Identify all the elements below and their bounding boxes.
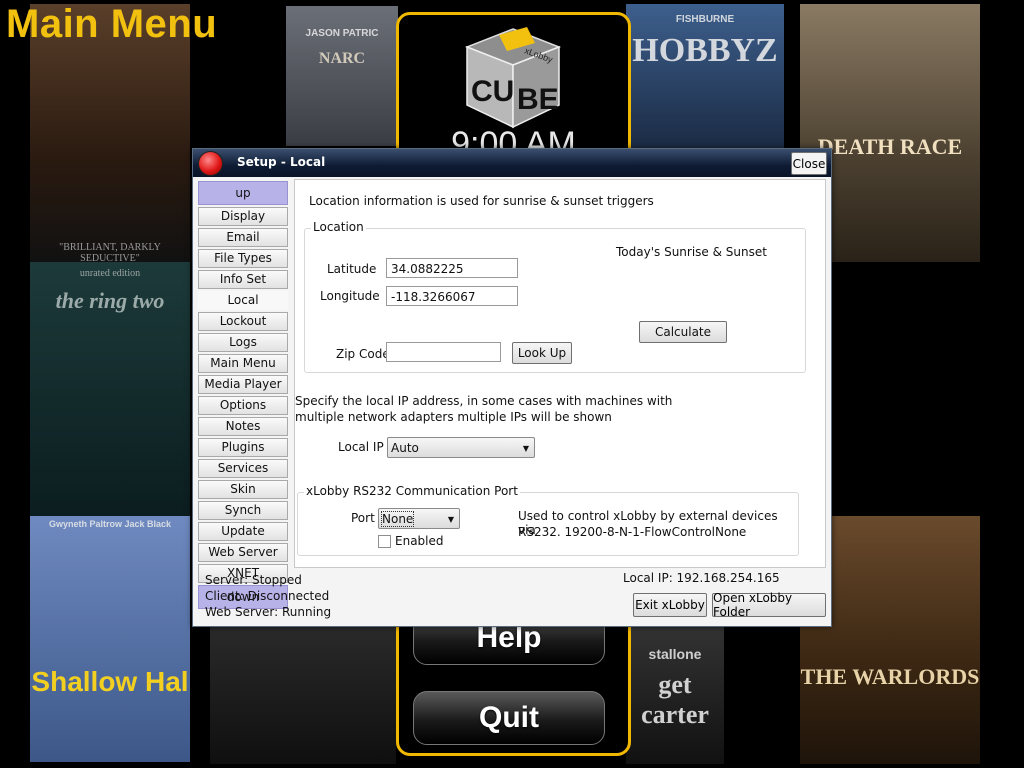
nav-item-lockout[interactable]: Lockout — [198, 312, 288, 331]
calculate-button[interactable]: Calculate — [639, 321, 727, 343]
poster-title: Shallow Hal — [31, 666, 189, 697]
nav-item-logs[interactable]: Logs — [198, 333, 288, 352]
nav-item-update[interactable]: Update — [198, 522, 288, 541]
nav-item-plugins[interactable]: Plugins — [198, 438, 288, 457]
nav-item-email[interactable]: Email — [198, 228, 288, 247]
poster-title: THE WARLORDS — [800, 664, 980, 689]
open-xlobby-folder-button[interactable]: Open xLobby Folder — [712, 591, 826, 619]
dialog-title: Setup - Local — [237, 155, 326, 169]
enabled-checkbox[interactable] — [378, 535, 391, 548]
close-button[interactable]: Close — [791, 152, 827, 175]
poster-tile: stallone get carter — [626, 626, 724, 764]
latitude-input[interactable]: 34.0882225 — [386, 258, 518, 278]
nav-item-web-server[interactable]: Web Server — [198, 543, 288, 562]
dialog-titlebar[interactable]: Setup - Local Close — [193, 149, 831, 177]
look-up-button[interactable]: Look Up — [512, 342, 572, 364]
poster-actors: JASON PATRIC — [305, 28, 379, 39]
nav-item-options[interactable]: Options — [198, 396, 288, 415]
zip-code-input[interactable] — [386, 342, 501, 362]
local-settings-panel: Location information is used for sunrise… — [294, 179, 826, 568]
cube-letters-left: CU — [471, 75, 514, 108]
nav-item-services[interactable]: Services — [198, 459, 288, 478]
rs232-desc-line2: RS232. 19200-8-N-1-FlowControlNone — [518, 525, 747, 539]
poster-tagline: "BRILLIANT, DARKLY SEDUCTIVE" — [59, 242, 161, 262]
poster-title: NARC — [318, 50, 366, 67]
web-server-status: Web Server: Running — [205, 605, 332, 619]
exit-xlobby-button[interactable]: Exit xLobby — [633, 593, 707, 617]
chevron-down-icon: ▼ — [522, 444, 529, 453]
settings-nav: up Display Email File Types Info Set Loc… — [198, 181, 288, 611]
nav-item-file-types[interactable]: File Types — [198, 249, 288, 268]
enabled-label: Enabled — [395, 534, 444, 548]
longitude-label: Longitude — [320, 289, 380, 303]
poster-tile: FISHBURNE HOBBYZ — [626, 4, 784, 148]
location-intro-text: Location information is used for sunrise… — [309, 194, 654, 208]
poster-subtitle: unrated edition — [79, 268, 141, 279]
rs232-group-label: xLobby RS232 Communication Port — [304, 484, 520, 498]
poster-title: the ring two — [55, 288, 165, 313]
nav-item-info-set[interactable]: Info Set — [198, 270, 288, 289]
local-ip-status: Local IP: 192.168.254.165 — [623, 571, 780, 585]
rs232-group: xLobby RS232 Communication Port Port Non… — [297, 484, 799, 556]
nav-up-button[interactable]: up — [198, 181, 288, 205]
nav-item-notes[interactable]: Notes — [198, 417, 288, 436]
poster-tile: JASON PATRIC NARC — [286, 6, 398, 146]
port-value: None — [380, 511, 415, 527]
cube-letters-right: BE — [517, 83, 559, 116]
poster-actors: Gwyneth Paltrow Jack Black — [48, 519, 172, 529]
poster-title: HOBBYZ — [632, 32, 778, 69]
local-ip-label: Local IP — [338, 440, 384, 454]
client-status: Client: Disconnected — [205, 589, 330, 603]
poster-tile: unrated edition the ring two — [30, 262, 190, 516]
xlobby-cube-logo: xLobby CU BE — [464, 27, 562, 129]
location-group-label: Location — [311, 220, 366, 234]
zip-code-label: Zip Code — [336, 347, 390, 361]
local-ip-select[interactable]: Auto ▼ — [387, 437, 535, 458]
ip-note-line2: multiple network adapters multiple IPs w… — [295, 410, 612, 424]
quit-button[interactable]: Quit — [413, 691, 605, 745]
server-status: Server: Stopped — [205, 573, 302, 587]
nav-item-synch[interactable]: Synch — [198, 501, 288, 520]
latitude-label: Latitude — [327, 262, 377, 276]
ip-note-line1: Specify the local IP address, in some ca… — [295, 394, 673, 408]
sunrise-sunset-label: Today's Sunrise & Sunset — [616, 245, 767, 259]
poster-title: get carter — [641, 670, 709, 729]
nav-item-skin[interactable]: Skin — [198, 480, 288, 499]
page-title: Main Menu — [6, 2, 218, 46]
location-group: Location Latitude 34.0882225 Longitude -… — [304, 220, 806, 373]
poster-actors: FISHBURNE — [675, 14, 735, 25]
nav-item-display[interactable]: Display — [198, 207, 288, 226]
poster-tile — [210, 626, 396, 764]
poster-tile: Gwyneth Paltrow Jack Black Shallow Hal — [30, 516, 190, 762]
chevron-down-icon: ▼ — [447, 515, 454, 524]
nav-item-local[interactable]: Local — [198, 291, 288, 310]
setup-dialog: Setup - Local Close up Display Email Fil… — [192, 148, 832, 627]
app-orb-icon[interactable] — [198, 151, 223, 176]
longitude-input[interactable]: -118.3266067 — [386, 286, 518, 306]
port-label: Port — [351, 511, 375, 525]
nav-item-main-menu[interactable]: Main Menu — [198, 354, 288, 373]
poster-actors: stallone — [648, 646, 702, 662]
local-ip-value: Auto — [391, 441, 419, 455]
port-select[interactable]: None ▼ — [378, 508, 460, 529]
nav-item-media-player[interactable]: Media Player — [198, 375, 288, 394]
